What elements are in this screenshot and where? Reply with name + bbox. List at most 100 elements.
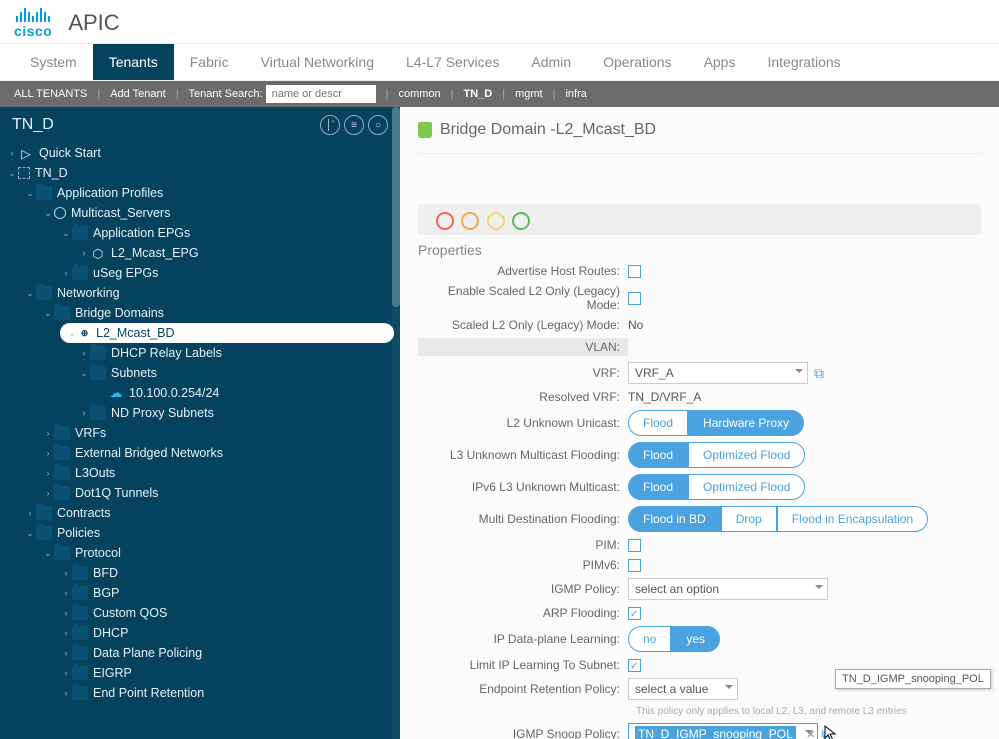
tree-endpoint-retention[interactable]: ›End Point Retention [54,683,400,703]
tree-mcast-servers[interactable]: ⌄Multicast_Servers [36,203,400,223]
content-panel: Bridge Domain - L2_Mcast_BD Properties A… [400,107,999,739]
tree-l2-bd[interactable]: ⌄⊕L2_Mcast_BD [60,323,394,343]
sel-igmp-policy[interactable]: select an option [628,578,828,600]
epg-icon: ⬡ [90,246,106,260]
tree-useg[interactable]: ›uSeg EPGs [54,263,400,283]
sel-igmp-snoop[interactable]: TN_D_IGMP_snooping_POL [628,723,818,739]
tree-policies[interactable]: ⌄Policies [18,523,400,543]
tree-quick-start[interactable]: ›▷Quick Start [0,143,400,163]
all-tenants-link[interactable]: ALL TENANTS [14,88,87,100]
pill-ipdp-no[interactable]: no [628,626,671,652]
pill-ipv6-optimized[interactable]: Optimized Flood [688,474,805,500]
clear-icon[interactable]: ✕ [806,728,815,739]
tree-app-epgs[interactable]: ⌄Application EPGs [54,223,400,243]
tree-contracts[interactable]: ›Contracts [18,503,400,523]
page-title: Bridge Domain - L2_Mcast_BD [400,107,999,147]
tree-dhcp[interactable]: ›DHCP [54,623,400,643]
tree-bfd[interactable]: ›BFD [54,563,400,583]
tree-scrollbar[interactable] [392,107,400,739]
folder-icon [90,346,106,360]
tree-dhcp-relay[interactable]: ›DHCP Relay Labels [72,343,400,363]
nav-tenants[interactable]: Tenants [93,44,174,80]
tooltip: TN_D_IGMP_snooping_POL [835,669,991,689]
folder-icon [72,226,88,240]
tree-custom-qos[interactable]: ›Custom QOS [54,603,400,623]
folder-icon [36,286,52,300]
pill-l2-flood[interactable]: Flood [628,410,688,436]
play-icon: ▷ [18,146,34,160]
tenant-icon [18,167,30,179]
sel-ep-ret[interactable]: select a value [628,678,738,700]
chk-pim[interactable] [628,539,641,552]
folder-icon [54,486,70,500]
tree-subnet-ip[interactable]: ☁10.100.0.254/24 [90,383,400,403]
ctx-tn-d[interactable]: TN_D [464,88,493,100]
lbl-ipdp: IP Data-plane Learning: [418,632,628,646]
nav-integrations[interactable]: Integrations [751,44,856,80]
tree-bgp[interactable]: ›BGP [54,583,400,603]
nav-apps[interactable]: Apps [688,44,752,80]
main-nav: System Tenants Fabric Virtual Networking… [0,44,999,81]
app-title: APIC [68,10,119,36]
hint-ep-ret: This policy only applies to local L2, L3… [636,706,981,717]
lbl-l3-unknown: L3 Unknown Multicast Flooding: [418,448,628,462]
nav-operations[interactable]: Operations [587,44,687,80]
tree-tenant[interactable]: ⌄TN_D [0,163,400,183]
nav-system[interactable]: System [14,44,93,80]
tree-protocol[interactable]: ⌄Protocol [36,543,400,563]
tree-l2-epg[interactable]: ›⬡L2_Mcast_EPG [72,243,400,263]
tree-bridge-domains[interactable]: ⌄Bridge Domains [36,303,400,323]
tenant-search-input[interactable] [266,85,376,103]
cisco-logo: cisco [14,6,52,39]
chk-arp[interactable] [628,607,641,620]
nav-fabric[interactable]: Fabric [174,44,245,80]
pill-flood-bd[interactable]: Flood in BD [628,506,721,532]
ctx-common[interactable]: common [398,88,440,100]
tree-nd-proxy[interactable]: ›ND Proxy Subnets [72,403,400,423]
ctx-infra[interactable]: infra [565,88,586,100]
tree-eigrp[interactable]: ›EIGRP [54,663,400,683]
chk-scaled-enable[interactable] [628,292,641,305]
chk-pimv6[interactable] [628,559,641,572]
folder-icon [54,546,70,560]
chk-limitip[interactable] [628,659,641,672]
ctx-mgmt[interactable]: mgmt [515,88,543,100]
tree-dot1q[interactable]: ›Dot1Q Tunnels [36,483,400,503]
properties-heading: Properties [418,242,981,258]
tree-ext-bridged[interactable]: ›External Bridged Networks [36,443,400,463]
tree-action-3[interactable]: ○ [368,115,388,135]
lbl-scaled: Scaled L2 Only (Legacy) Mode: [418,318,628,332]
tree-action-2[interactable]: ≡ [344,115,364,135]
nav-l4l7[interactable]: L4-L7 Services [390,44,515,80]
sel-vrf[interactable]: VRF_A [628,362,808,384]
critical-icon[interactable] [436,212,454,230]
lbl-vlan: VLAN: [418,338,628,356]
nav-admin[interactable]: Admin [515,44,587,80]
major-icon[interactable] [461,212,479,230]
lbl-igmp-policy: IGMP Policy: [418,582,628,596]
ext-link-icon[interactable]: ⧉ [814,365,824,382]
tree-l3outs[interactable]: ›L3Outs [36,463,400,483]
tree-action-1[interactable]: │ʼ [320,115,340,135]
pill-ipv6-flood[interactable]: Flood [628,474,688,500]
warning-icon[interactable] [512,212,530,230]
pill-flood-encap[interactable]: Flood in Encapsulation [777,506,928,532]
tree-vrfs[interactable]: ›VRFs [36,423,400,443]
globe-icon [54,207,66,219]
ext-link-icon[interactable]: ⧉ [821,726,831,739]
tree-app-profiles[interactable]: ⌄Application Profiles [18,183,400,203]
nav-virtual-networking[interactable]: Virtual Networking [245,44,390,80]
tree-networking[interactable]: ⌄Networking [18,283,400,303]
folder-icon [54,466,70,480]
pill-l3-optimized[interactable]: Optimized Flood [688,442,805,468]
tree-dataplane[interactable]: ›Data Plane Policing [54,643,400,663]
pill-l2-hwproxy[interactable]: Hardware Proxy [688,410,804,436]
pill-l3-flood[interactable]: Flood [628,442,688,468]
tree-subnets[interactable]: ⌄Subnets [72,363,400,383]
add-tenant-link[interactable]: Add Tenant [110,88,165,100]
folder-icon [72,646,88,660]
minor-icon[interactable] [487,212,505,230]
pill-ipdp-yes[interactable]: yes [671,626,720,652]
chk-adv-host[interactable] [628,265,641,278]
pill-drop[interactable]: Drop [721,506,777,532]
